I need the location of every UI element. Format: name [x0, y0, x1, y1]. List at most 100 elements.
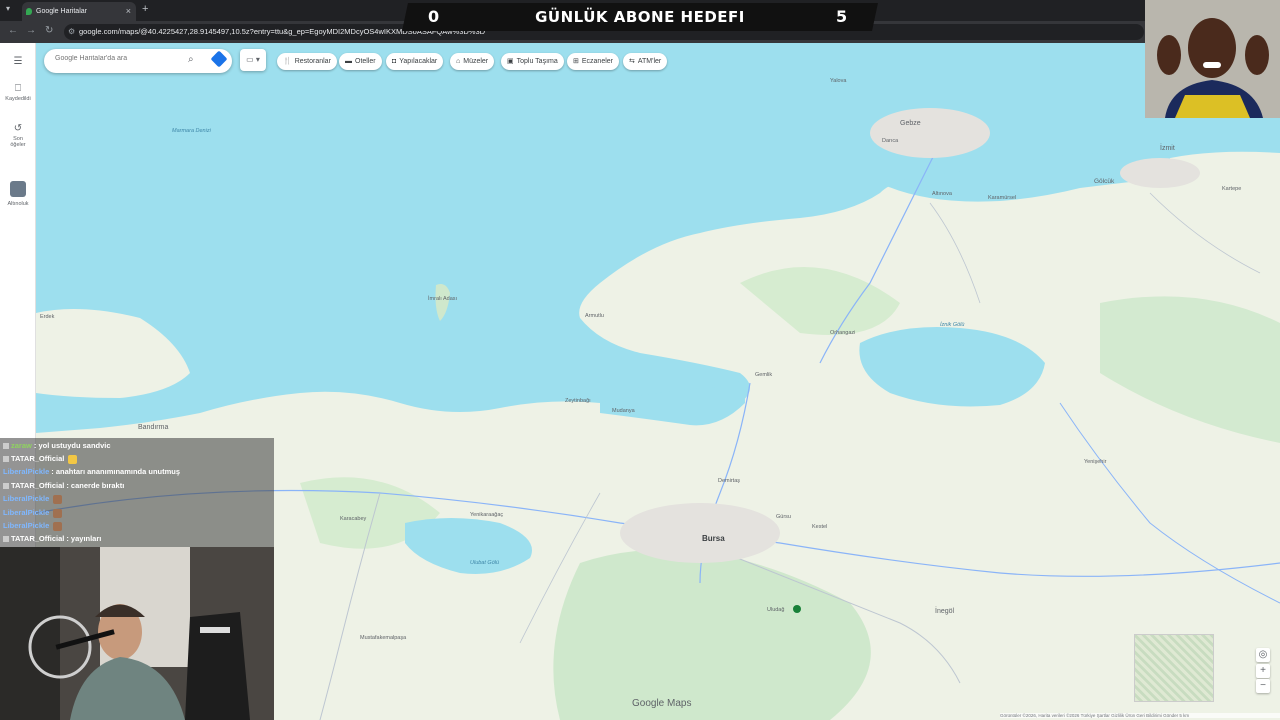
- chat-text: : anahtarı ananımınamında unutmuş: [51, 467, 181, 476]
- place-label[interactable]: Zeytinbağı: [565, 398, 591, 404]
- layers-button[interactable]: ▭ ▾: [240, 49, 266, 71]
- map-city-label[interactable]: Gölcük: [1094, 178, 1114, 185]
- back-icon[interactable]: ←: [8, 25, 18, 36]
- place-label[interactable]: Kartepe: [1222, 186, 1241, 192]
- place-label[interactable]: İmralı Adası: [428, 296, 457, 302]
- chip-label: Eczaneler: [581, 58, 614, 65]
- recent-button[interactable]: ↺ Son öğeler: [0, 123, 36, 148]
- chip-restaurants[interactable]: 🍴 Restoranlar: [277, 53, 337, 70]
- maps-favicon-icon: [26, 8, 32, 15]
- place-label[interactable]: Erdek: [40, 314, 54, 320]
- place-label[interactable]: Mustafakemalpaşa: [360, 635, 406, 641]
- recent-place-button[interactable]: Altınoluk: [0, 181, 36, 207]
- place-label[interactable]: Kestel: [812, 524, 827, 530]
- zoom-out-button[interactable]: −: [1256, 679, 1270, 693]
- plus-icon: +: [1260, 665, 1266, 676]
- saved-label: Kaydedildi: [5, 96, 31, 102]
- chat-username: LiberalPickle: [3, 521, 50, 530]
- chat-username: TATAR_Official: [11, 454, 65, 463]
- my-location-button[interactable]: ◎: [1256, 648, 1270, 662]
- map-attribution: Görüntüler ©2026, Harita verileri ©2026 …: [1000, 713, 1280, 718]
- place-label[interactable]: Demirtaş: [718, 478, 740, 484]
- webcam-overlay-bottom: [0, 547, 274, 720]
- search-box[interactable]: ⌕: [44, 49, 232, 73]
- chat-message: TATAR_Official: canerde bıraktı: [3, 481, 124, 493]
- hamburger-icon: ☰: [13, 56, 23, 67]
- site-info-icon[interactable]: ⚙: [68, 24, 75, 40]
- place-label[interactable]: Uludağ: [767, 607, 784, 613]
- recent-label-2: öğeler: [10, 142, 26, 148]
- chat-text: : yol ustuydu sandvic: [33, 441, 111, 450]
- place-label[interactable]: Gürsu: [776, 514, 791, 520]
- goal-current-count: 0: [428, 7, 440, 26]
- bookmark-icon: ⎕: [15, 83, 21, 94]
- saved-button[interactable]: ⎕ Kaydedildi: [0, 83, 36, 102]
- chat-text: : canerde bıraktı: [66, 481, 125, 490]
- chip-label: Toplu Taşıma: [516, 58, 558, 65]
- webcam-overlay-top: [1145, 0, 1280, 118]
- zoom-in-button[interactable]: +: [1256, 664, 1270, 678]
- map-city-label[interactable]: Gebze: [900, 120, 921, 127]
- lake-label: İznik Gölü: [940, 322, 965, 328]
- badge-icon: [3, 536, 9, 543]
- minus-icon: −: [1260, 680, 1266, 691]
- chat-username: LiberalPickle: [3, 508, 50, 517]
- tab-search-icon[interactable]: ▾: [6, 4, 10, 13]
- new-tab-icon[interactable]: +: [142, 3, 148, 15]
- history-icon: ↺: [13, 123, 23, 134]
- place-label[interactable]: Darıca: [882, 138, 898, 144]
- place-label[interactable]: Yenikaraağaç: [470, 512, 503, 518]
- place-label[interactable]: Gemlik: [755, 372, 772, 378]
- map-city-label[interactable]: Bursa: [702, 534, 725, 543]
- emote-icon: [68, 454, 78, 464]
- museum-icon: ⌂: [456, 58, 461, 65]
- place-label[interactable]: Karamürsel: [988, 195, 1016, 201]
- place-label[interactable]: Yalova: [830, 78, 846, 84]
- chat-message: LiberalPickle: [3, 508, 63, 520]
- layers-thumbnail[interactable]: [1134, 634, 1214, 702]
- place-label[interactable]: Yenişehir: [1084, 459, 1106, 465]
- chat-username: LiberalPickle: [3, 494, 50, 503]
- place-label[interactable]: Orhangazi: [830, 330, 855, 336]
- map-city-label[interactable]: İnegöl: [935, 608, 954, 615]
- lake-label: Ulubat Gölü: [470, 560, 500, 566]
- chat-message: TATAR_Official: [3, 454, 78, 466]
- chat-message: LiberalPickle: [3, 521, 63, 533]
- chip-transit[interactable]: ▣ Toplu Taşıma: [501, 53, 564, 70]
- chat-text: : yayınları: [66, 534, 102, 543]
- search-icon[interactable]: ⌕: [188, 54, 194, 65]
- chip-label: Restoranlar: [294, 58, 331, 65]
- tab-title: Google Haritalar: [36, 8, 87, 15]
- search-input[interactable]: [55, 55, 175, 62]
- browser-tab[interactable]: Google Haritalar ×: [22, 2, 136, 21]
- map-city-label[interactable]: Bandırma: [138, 424, 168, 431]
- emote-icon: [53, 508, 63, 518]
- chat-message: zaraw: yol ustuydu sandvic: [3, 441, 111, 453]
- close-tab-icon[interactable]: ×: [126, 6, 131, 16]
- person-image: [1145, 0, 1280, 118]
- emote-icon: [53, 521, 63, 531]
- badge-icon: [3, 443, 9, 450]
- place-label[interactable]: Mudanya: [612, 408, 635, 414]
- map-city-label[interactable]: İzmit: [1160, 145, 1175, 152]
- chip-museums[interactable]: ⌂ Müzeler: [450, 53, 495, 70]
- directions-icon[interactable]: [210, 50, 228, 68]
- chip-hotels[interactable]: ▬ Oteller: [339, 53, 382, 70]
- chip-pharmacies[interactable]: ⊞ Eczaneler: [567, 53, 620, 70]
- chip-things-to-do[interactable]: ◘ Yapılacaklar: [386, 53, 444, 70]
- chat-username: LiberalPickle: [3, 467, 50, 476]
- reload-icon[interactable]: ↻: [45, 25, 53, 36]
- chat-username: zaraw: [11, 441, 32, 450]
- place-label[interactable]: Altınova: [932, 191, 952, 197]
- chip-atms[interactable]: ⇆ ATM'ler: [623, 53, 668, 70]
- atm-icon: ⇆: [629, 58, 635, 65]
- google-maps-logo: Google Maps: [632, 698, 692, 709]
- place-label[interactable]: Karacabey: [340, 516, 366, 522]
- camera-icon: ◘: [392, 58, 397, 65]
- sea-label: Marmara Denizi: [172, 128, 211, 134]
- screen: Bursa İzmit Gebze Bandırma İnegöl Gölcük…: [0, 0, 1280, 720]
- place-label[interactable]: Armutlu: [585, 313, 604, 319]
- menu-button[interactable]: ☰: [0, 56, 36, 69]
- layers-icon: ▭ ▾: [246, 55, 260, 64]
- forward-icon[interactable]: →: [26, 25, 36, 36]
